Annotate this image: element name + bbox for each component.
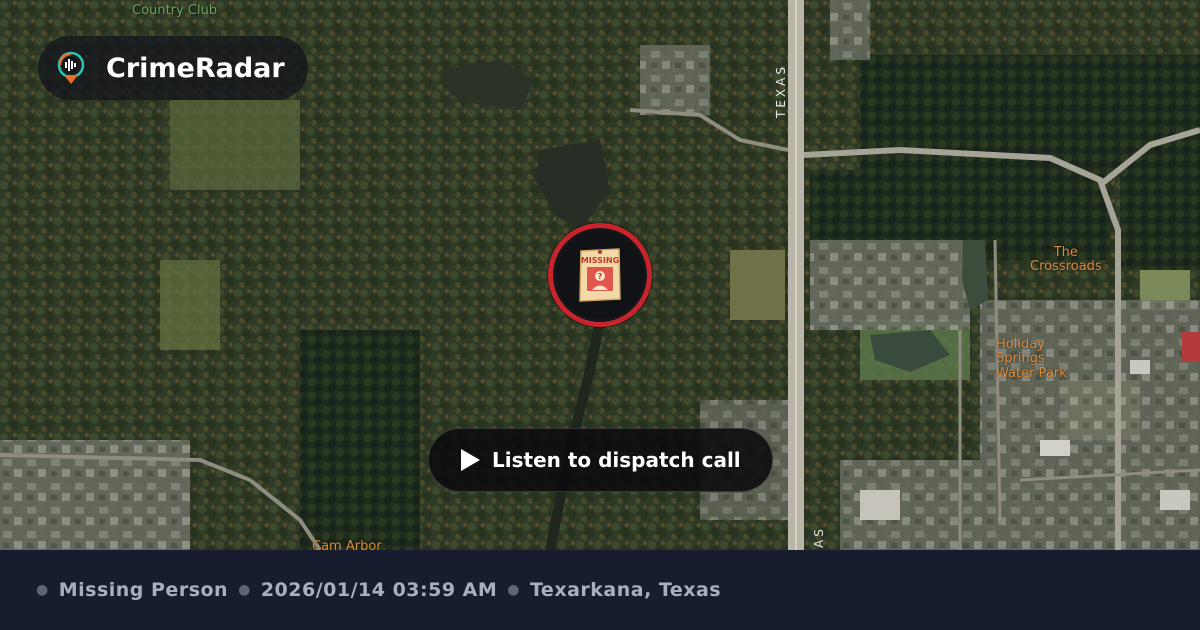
- poster-text: MISSING: [581, 256, 619, 265]
- play-icon: [461, 449, 480, 471]
- incident-marker[interactable]: MISSING ?: [548, 223, 652, 327]
- marker-inner: MISSING ?: [556, 231, 644, 319]
- radar-pin-icon: [54, 51, 88, 85]
- incident-footer: ● Missing Person ● 2026/01/14 03:59 AM ●…: [0, 550, 1200, 630]
- svg-text:?: ?: [598, 272, 603, 281]
- map-label-country-club: Country Club: [132, 3, 217, 18]
- road-label-texas: TEXAS: [774, 64, 788, 118]
- road-label-texas-bottom: AS: [812, 526, 826, 548]
- missing-poster-icon: MISSING ?: [579, 248, 621, 302]
- share-card: Country Club The Crossroads Holiday Spri…: [0, 0, 1200, 630]
- listen-dispatch-button[interactable]: Listen to dispatch call: [428, 428, 773, 492]
- brand-badge[interactable]: CrimeRadar: [38, 36, 308, 100]
- map-label-bottom: Cam Arbor: [312, 539, 382, 550]
- map-label-water-park: Holiday Springs Water Park: [996, 337, 1067, 381]
- incident-datetime: 2026/01/14 03:59 AM: [260, 579, 498, 601]
- brand-name: CrimeRadar: [106, 52, 285, 84]
- bullet-icon: ●: [507, 582, 520, 598]
- listen-button-label: Listen to dispatch call: [492, 448, 741, 472]
- bullet-icon: ●: [238, 582, 251, 598]
- map-label-crossroads: The Crossroads: [1030, 245, 1102, 275]
- incident-type: Missing Person: [58, 579, 229, 601]
- bullet-icon: ●: [36, 582, 49, 598]
- incident-location: Texarkana, Texas: [530, 579, 722, 601]
